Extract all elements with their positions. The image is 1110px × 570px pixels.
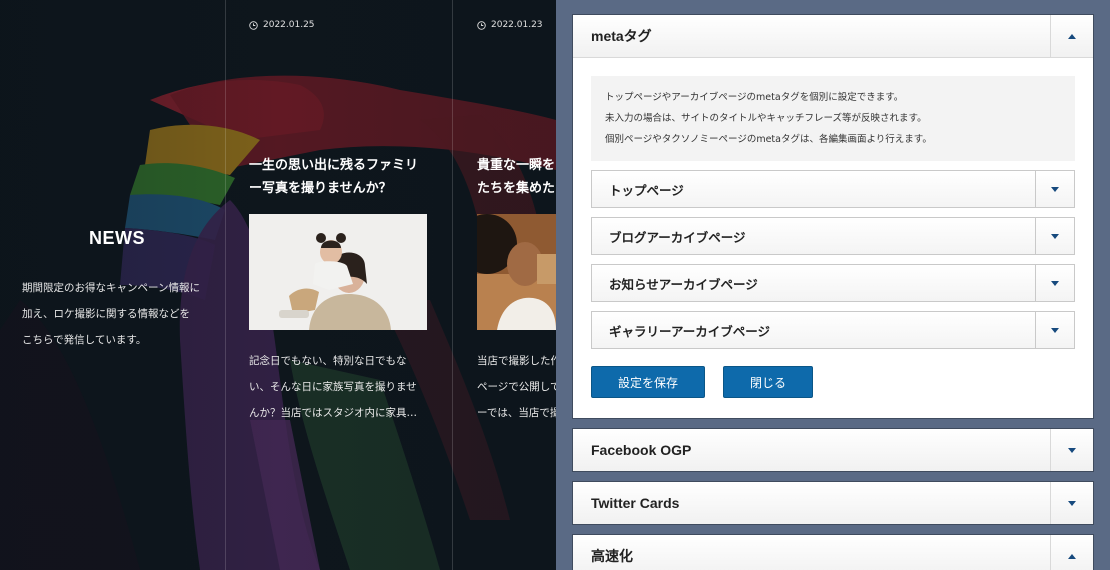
meta-tag-notice: トップページやアーカイブページのmetaタグを個別に設定できます。 未入力の場合… xyxy=(591,76,1075,161)
collapse-toggle[interactable] xyxy=(1050,15,1093,57)
accordion-title: metaタグ xyxy=(591,28,652,44)
accordion-title: 高速化 xyxy=(591,548,633,564)
sub-accordion-title: お知らせアーカイブページ xyxy=(609,277,758,292)
expand-toggle[interactable] xyxy=(1035,171,1074,207)
accordion-title: Twitter Cards xyxy=(591,495,680,511)
save-settings-button[interactable]: 設定を保存 xyxy=(591,366,705,398)
post-date: 2022.01.23 xyxy=(477,18,543,32)
post-excerpt: 記念日でもない、特別な日でもな い、そんな日に家族写真を撮りませ んか？当店では… xyxy=(249,355,417,419)
news-description: 期間限定のお得なキャンペーン情報に 加え、ロケ撮影に関する情報などを こちらで発… xyxy=(22,282,200,346)
chevron-down-icon xyxy=(1051,327,1059,333)
post-title[interactable]: 一生の思い出に残るファミリ ー写真を撮りませんか？ xyxy=(249,154,449,200)
twitter-cards-accordion-header[interactable]: Twitter Cards xyxy=(573,482,1093,524)
facebook-ogp-accordion[interactable]: Facebook OGP xyxy=(572,428,1094,472)
news-heading: NEWS xyxy=(89,228,145,248)
post-excerpt: 当店で撮影した作 ページで公開して ーでは、当店で撮 xyxy=(477,355,556,419)
chevron-down-icon xyxy=(1068,500,1076,506)
sub-accordion-blog-archive[interactable]: ブログアーカイブページ xyxy=(591,217,1075,255)
news-post-card[interactable]: 2022.01.23 貴重な一瞬を たちを集めた 当店で撮影した作 ページで公開… xyxy=(477,18,556,419)
site-preview: NEWS 期間限定のお得なキャンペーン情報に 加え、ロケ撮影に関する情報などを … xyxy=(0,0,556,570)
column-divider xyxy=(225,0,226,570)
chevron-down-icon xyxy=(1051,233,1059,239)
speed-optimization-accordion[interactable]: 高速化 xyxy=(572,534,1094,570)
column-divider xyxy=(452,0,453,570)
meta-tag-accordion-header[interactable]: metaタグ xyxy=(573,15,1093,58)
seo-settings-panel: metaタグ トップページやアーカイブページのmetaタグを個別に設定できます。… xyxy=(556,0,1110,570)
sub-accordion-title: ギャラリーアーカイブページ xyxy=(609,324,771,339)
chevron-down-icon xyxy=(1051,186,1059,192)
chevron-down-icon xyxy=(1051,280,1059,286)
sub-accordion-title: ブログアーカイブページ xyxy=(609,230,746,245)
sub-accordion-gallery-archive[interactable]: ギャラリーアーカイブページ xyxy=(591,311,1075,349)
meta-tag-accordion: metaタグ トップページやアーカイブページのmetaタグを個別に設定できます。… xyxy=(572,14,1094,419)
family-photo-image xyxy=(249,214,427,330)
expand-toggle[interactable] xyxy=(1035,218,1074,254)
expand-toggle[interactable] xyxy=(1050,482,1093,524)
news-post-card[interactable]: 2022.01.25 一生の思い出に残るファミリ ー写真を撮りませんか？ 記念日… xyxy=(249,18,427,419)
chevron-up-icon xyxy=(1068,553,1076,559)
facebook-ogp-accordion-header[interactable]: Facebook OGP xyxy=(573,429,1093,471)
collapse-toggle[interactable] xyxy=(1050,535,1093,570)
clock-icon xyxy=(477,20,486,30)
post-thumbnail[interactable] xyxy=(249,214,427,330)
speed-optimization-accordion-header[interactable]: 高速化 xyxy=(573,535,1093,570)
twitter-cards-accordion[interactable]: Twitter Cards xyxy=(572,481,1094,525)
post-title[interactable]: 貴重な一瞬を たちを集めた xyxy=(477,154,556,200)
sub-accordion-news-archive[interactable]: お知らせアーカイブページ xyxy=(591,264,1075,302)
meta-tag-actions: 設定を保存 閉じる xyxy=(591,366,1075,398)
woman-photo-image xyxy=(477,214,556,330)
expand-toggle[interactable] xyxy=(1035,312,1074,348)
sub-accordion-top-page[interactable]: トップページ xyxy=(591,170,1075,208)
expand-toggle[interactable] xyxy=(1050,429,1093,471)
sub-accordion-title: トップページ xyxy=(609,183,684,198)
news-intro: NEWS 期間限定のお得なキャンペーン情報に 加え、ロケ撮影に関する情報などを … xyxy=(22,228,212,353)
accordion-title: Facebook OGP xyxy=(591,442,692,458)
clock-icon xyxy=(249,20,258,30)
post-date: 2022.01.25 xyxy=(249,18,315,32)
expand-toggle[interactable] xyxy=(1035,265,1074,301)
post-thumbnail[interactable] xyxy=(477,214,556,330)
chevron-up-icon xyxy=(1068,33,1076,39)
chevron-down-icon xyxy=(1068,447,1076,453)
close-button[interactable]: 閉じる xyxy=(723,366,813,398)
meta-tag-accordion-body: トップページやアーカイブページのmetaタグを個別に設定できます。 未入力の場合… xyxy=(573,58,1093,416)
